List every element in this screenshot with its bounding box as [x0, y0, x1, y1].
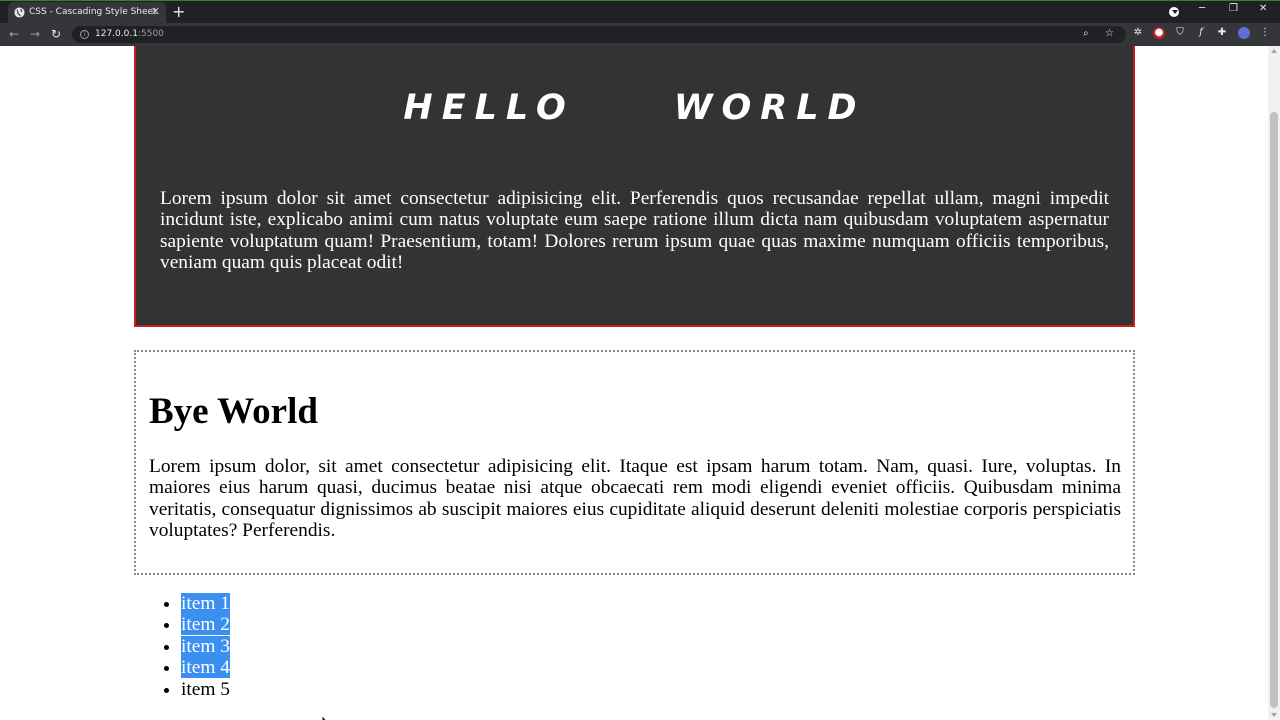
page-scrollbar[interactable] — [1268, 46, 1280, 720]
browser-toolbar: ← → ↻ i 127.0.0.1:5500 ⌕ ☆ ✲ ● ⛉ f ✚ ⋮ — [0, 23, 1280, 46]
list-item: item 2 — [181, 614, 231, 636]
list-item-label: item 4 — [181, 657, 231, 679]
bookmark-star-icon[interactable]: ☆ — [1105, 28, 1114, 39]
back-icon[interactable]: ← — [9, 26, 19, 42]
page-viewport: HELLO WORLD Lorem ipsum dolor sit amet c… — [0, 46, 1268, 720]
reload-icon[interactable]: ↻ — [51, 26, 61, 42]
list-item: item 1 — [181, 593, 231, 614]
scroll-up-icon[interactable] — [1271, 49, 1277, 53]
tab-title: CSS - Cascading Style Sheet — [29, 7, 157, 17]
function-icon[interactable]: f — [1195, 27, 1207, 39]
list-item: item 5 — [181, 679, 230, 700]
extension-red-icon[interactable]: ● — [1153, 27, 1165, 39]
extensions-puzzle-icon[interactable]: ✚ — [1216, 27, 1228, 39]
url-text: 127.0.0.1:5500 — [95, 29, 164, 39]
close-tab-icon[interactable]: ✕ — [151, 5, 160, 18]
close-window-icon[interactable]: ✕ — [1259, 3, 1267, 14]
menu-kebab-icon[interactable]: ⋮ — [1259, 27, 1271, 39]
hero-title: HELLO WORLD — [403, 88, 866, 128]
bye-section: Bye World Lorem ipsum dolor, sit amet co… — [134, 350, 1135, 575]
zoom-icon[interactable]: ⌕ — [1083, 28, 1089, 39]
list-item-label: item 2 — [181, 614, 231, 636]
bye-paragraph: Lorem ipsum dolor, sit amet consectetur … — [149, 456, 1121, 542]
browser-tab[interactable]: CSS - Cascading Style Sheet ✕ — [8, 2, 166, 24]
extension-gear-icon[interactable]: ✲ — [1132, 27, 1144, 39]
scroll-down-icon[interactable] — [1271, 713, 1277, 717]
forward-icon[interactable]: → — [30, 26, 40, 42]
hero-paragraph: Lorem ipsum dolor sit amet consectetur a… — [160, 188, 1109, 274]
item-list: item 1 item 2 item 3 item 4 item 5 — [140, 593, 231, 700]
list-item-label: item 1 — [181, 593, 231, 614]
minimize-icon[interactable]: ─ — [1199, 3, 1205, 14]
restore-icon[interactable]: ❐ — [1229, 3, 1238, 14]
list-item: item 3 — [181, 635, 231, 657]
list-item-label: item 5 — [181, 678, 231, 700]
address-bar[interactable]: i 127.0.0.1:5500 ⌕ ☆ — [72, 26, 1126, 43]
list-item: item 4 — [181, 657, 231, 679]
tab-search-icon[interactable] — [1169, 7, 1179, 17]
list-item-label: item 3 — [181, 635, 231, 657]
hero-section: HELLO WORLD Lorem ipsum dolor sit amet c… — [134, 46, 1135, 327]
shield-icon[interactable]: ⛉ — [1174, 27, 1186, 39]
profile-avatar[interactable] — [1238, 27, 1250, 39]
tab-strip: CSS - Cascading Style Sheet ✕ + ─ ❐ ✕ — [0, 0, 1280, 24]
scrollbar-thumb[interactable] — [1270, 112, 1278, 708]
info-icon[interactable]: i — [80, 30, 89, 39]
bye-heading: Bye World — [149, 391, 318, 432]
globe-icon — [14, 7, 25, 18]
new-tab-button[interactable]: + — [172, 2, 185, 22]
